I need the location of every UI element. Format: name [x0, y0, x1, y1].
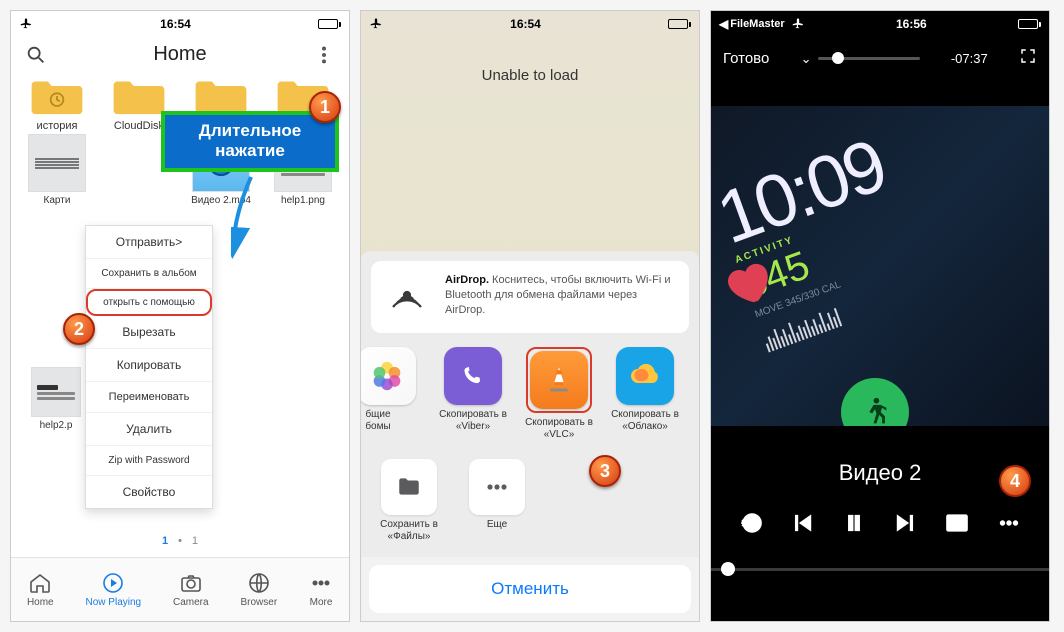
video-frame[interactable]: 10:09 ACTIVITY 345 MOVE 345/330 CAL: [711, 106, 1049, 426]
cancel-button[interactable]: Отменить: [369, 565, 691, 613]
app-row: бщие бомы Скопировать в «Viber» Скопиров…: [360, 347, 689, 441]
search-icon[interactable]: [25, 44, 47, 66]
battery-icon: [668, 19, 691, 29]
unable-to-load-text: Unable to load: [361, 37, 699, 154]
save-to-files[interactable]: Сохранить в «Файлы»: [373, 459, 445, 543]
progress-bar[interactable]: [711, 559, 1049, 579]
menu-copy[interactable]: Копировать: [86, 349, 212, 382]
menu-open-with[interactable]: открыть с помощью: [86, 289, 212, 316]
back-to-app[interactable]: ◀FileMaster: [719, 17, 785, 31]
file-item[interactable]: Карти: [17, 134, 97, 206]
share-sheet: AirDrop. Коснитесь, чтобы включить Wi-Fi…: [361, 251, 699, 621]
photos-icon: [360, 347, 416, 405]
scrub-chip[interactable]: ⌄: [801, 51, 920, 67]
status-time: 16:54: [510, 17, 541, 31]
status-bar: 16:54: [361, 11, 699, 37]
battery-icon: [318, 19, 341, 29]
history-icon[interactable]: [738, 510, 764, 541]
folder-history[interactable]: история: [17, 74, 97, 132]
status-bar: ◀FileMaster 16:56: [711, 11, 1049, 37]
share-viber[interactable]: Скопировать в «Viber»: [437, 347, 509, 441]
menu-delete[interactable]: Удалить: [86, 413, 212, 446]
tab-now-playing[interactable]: Now Playing: [86, 571, 142, 608]
cloud-icon: [616, 347, 674, 405]
page-title: Home: [153, 43, 206, 66]
share-vlc[interactable]: Скопировать в «VLC»: [523, 347, 595, 441]
airplane-icon: [791, 16, 805, 33]
picture-icon[interactable]: [944, 510, 970, 541]
tab-browser[interactable]: Browser: [240, 571, 277, 608]
time-remaining: -07:37: [951, 51, 988, 66]
airdrop-icon: [383, 273, 431, 321]
fullscreen-icon[interactable]: [1019, 47, 1037, 70]
chevron-down-icon: ⌄: [801, 51, 812, 67]
pause-icon[interactable]: [841, 510, 867, 541]
status-bar: 16:54: [11, 11, 349, 37]
step-badge-1: 1: [309, 91, 341, 123]
menu-send[interactable]: Отправить>: [86, 226, 212, 259]
menu-rename[interactable]: Переименовать: [86, 382, 212, 413]
menu-zip[interactable]: Zip with Password: [86, 446, 212, 476]
airdrop-text: AirDrop. Коснитесь, чтобы включить Wi-Fi…: [445, 273, 677, 318]
file-help2[interactable]: help2.p: [31, 367, 81, 431]
menu-properties[interactable]: Свойство: [86, 476, 212, 508]
share-photos[interactable]: бщие бомы: [360, 347, 423, 441]
prev-track-icon[interactable]: [789, 510, 815, 541]
battery-icon: [1018, 19, 1041, 29]
menu-cut[interactable]: Вырезать: [86, 316, 212, 349]
tab-camera[interactable]: Camera: [173, 571, 209, 608]
more-icon: [469, 459, 525, 515]
menu-save-album[interactable]: Сохранить в альбом: [86, 259, 212, 289]
more-actions[interactable]: Еще: [461, 459, 533, 543]
action-row: Сохранить в «Файлы» Еще: [371, 455, 689, 543]
playback-controls: [711, 510, 1049, 541]
share-cloud[interactable]: Скопировать в «Облако»: [609, 347, 681, 441]
context-menu: Отправить> Сохранить в альбом открыть с …: [85, 225, 213, 509]
step-badge-3: 3: [589, 455, 621, 487]
page-indicator: 1•1: [11, 535, 349, 547]
tooltip-long-press: Длительное нажатие: [161, 111, 339, 172]
status-time: 16:54: [160, 17, 191, 31]
tab-bar: Home Now Playing Camera Browser More: [11, 557, 349, 621]
airplane-icon: [19, 16, 33, 33]
tab-home[interactable]: Home: [27, 571, 54, 608]
step-badge-2: 2: [63, 313, 95, 345]
walk-icon: [841, 378, 909, 426]
done-button[interactable]: Готово: [723, 50, 769, 67]
folder-icon: [381, 459, 437, 515]
tab-more[interactable]: More: [309, 571, 333, 608]
vlc-icon: [530, 351, 588, 409]
more-icon[interactable]: [313, 44, 335, 66]
airplane-icon: [369, 16, 383, 33]
more-icon[interactable]: [996, 510, 1022, 541]
airdrop-card[interactable]: AirDrop. Коснитесь, чтобы включить Wi-Fi…: [371, 261, 689, 333]
arrow-annotation: [231, 175, 291, 259]
viber-icon: [444, 347, 502, 405]
next-track-icon[interactable]: [893, 510, 919, 541]
status-time: 16:56: [896, 17, 927, 31]
step-badge-4: 4: [999, 465, 1031, 497]
